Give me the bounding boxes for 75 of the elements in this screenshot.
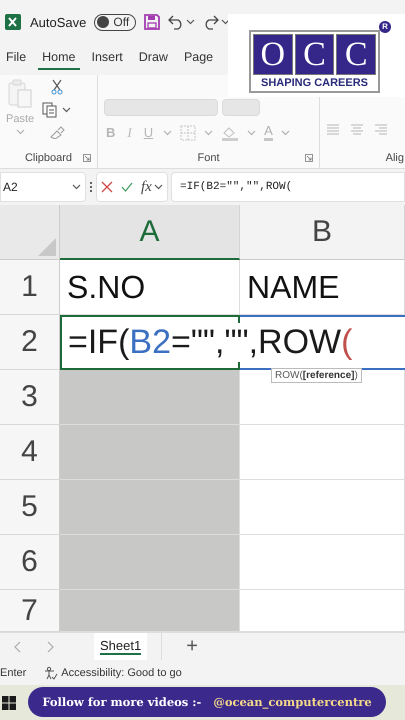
align-right-icon[interactable] [374,124,388,136]
cell[interactable] [60,480,240,535]
column-header[interactable]: B [240,205,405,260]
autosave-toggle[interactable]: Off [94,14,136,30]
cell[interactable]: S.NO [60,260,240,315]
caret-icon [62,107,72,113]
redo-icon[interactable] [203,14,220,30]
caret-icon [186,19,196,25]
check-icon[interactable] [121,181,133,193]
accessibility-icon [44,666,58,680]
dialog-launcher-icon[interactable] [83,154,91,162]
ribbon-tab[interactable]: Draw [134,44,172,70]
sheet-tab[interactable]: Sheet1 [94,633,148,660]
align-center-icon[interactable] [350,124,364,136]
excel-icon[interactable] [4,13,22,31]
dialog-launcher-icon[interactable] [305,154,313,162]
paste-icon[interactable] [7,79,34,109]
accessibility-status[interactable]: Accessibility: Good to go [61,666,182,678]
caret-icon [16,129,25,135]
font-size-field[interactable] [222,99,260,116]
select-all-triangle-icon [38,238,56,256]
column-header[interactable]: A [60,205,240,260]
align-left-icon[interactable] [326,124,340,136]
fill-color-icon[interactable] [221,124,240,140]
caret-icon [247,130,256,136]
row-header[interactable]: 3 [0,370,60,425]
ribbon-group-label: Font [197,152,220,164]
registered-mark: R [379,21,391,33]
cell[interactable] [240,425,405,480]
name-box[interactable]: A2 [0,172,86,202]
row-header[interactable]: 7 [0,590,60,632]
next-sheet-icon[interactable] [46,640,54,652]
ribbon-tab[interactable]: Insert [88,44,127,70]
ribbon-tab[interactable]: Home [38,44,80,70]
caret-icon [280,130,290,136]
banner-text: Follow for more videos :- [42,695,202,709]
cell[interactable] [60,370,240,425]
save-icon[interactable] [144,14,160,30]
cell-mode: Enter [0,666,26,678]
cell[interactable] [240,480,405,535]
borders-icon[interactable] [180,124,196,140]
undo-icon[interactable] [168,14,184,30]
cell[interactable] [60,590,240,632]
caret-icon [221,19,230,25]
ribbon-tab[interactable]: File [2,44,30,70]
insert-function-button[interactable]: fx [141,178,152,196]
cancel-icon[interactable] [101,181,113,193]
paintbrush-icon[interactable] [48,125,65,139]
copy-icon[interactable] [42,102,58,118]
cell[interactable] [240,535,405,590]
ribbon-group-label: Alig [386,152,404,164]
formula-field[interactable]: =IF(B2="","",ROW( [171,172,405,202]
cell[interactable] [60,425,240,480]
scissors-icon[interactable] [50,79,64,95]
ribbon-tab[interactable]: Page [180,44,218,70]
row-header[interactable]: 4 [0,425,60,480]
windows-icon[interactable] [2,696,16,710]
ribbon-group-label: Clipboard [24,152,72,164]
row-header[interactable]: 1 [0,260,60,315]
function-tooltip: ROW([reference]) [271,368,362,383]
autosave-label: AutoSave [30,14,86,30]
row-header[interactable]: 5 [0,480,60,535]
cell[interactable] [60,535,240,590]
row-header[interactable]: 6 [0,535,60,590]
channel-handle: @ocean_computercentre [213,695,372,709]
previous-sheet-icon[interactable] [14,640,22,652]
cell[interactable]: NAME [240,260,405,315]
caret-icon [154,184,163,190]
more-icon[interactable] [89,181,93,193]
row-header[interactable]: 2 [0,315,60,370]
caret-icon [163,130,172,136]
occ-logo: O C C SHAPING CAREERS [249,30,380,93]
caret-icon [204,130,214,136]
select-all-button[interactable] [0,205,60,260]
caret-icon [72,184,81,190]
